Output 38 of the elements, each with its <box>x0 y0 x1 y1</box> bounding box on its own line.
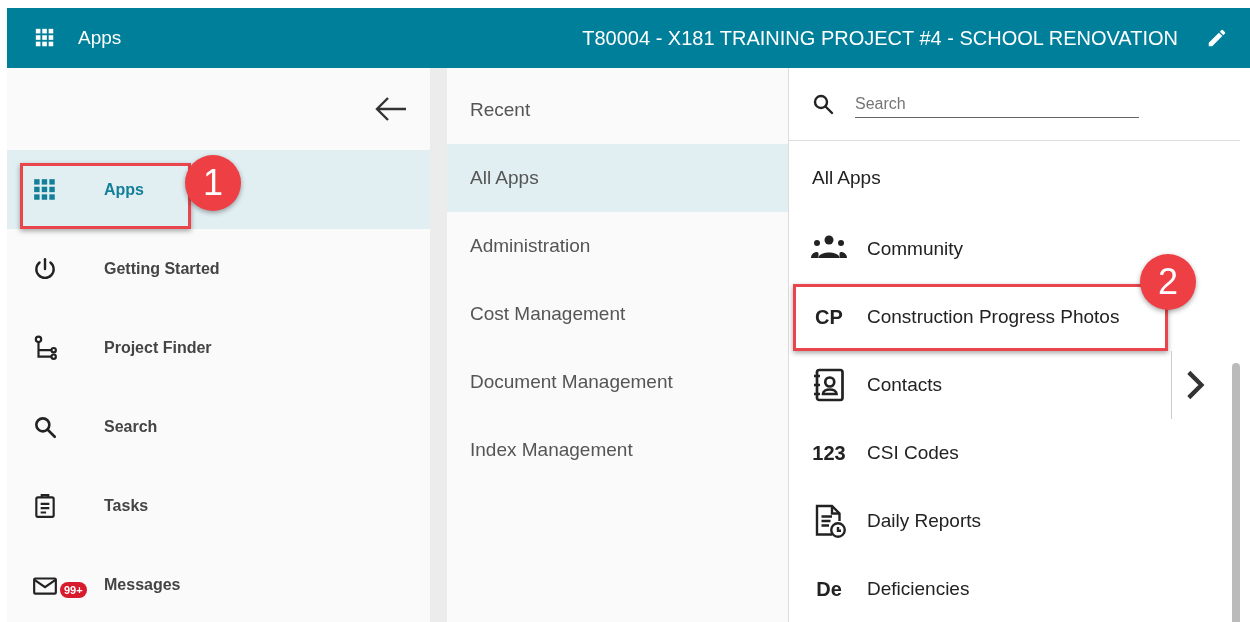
nav-item[interactable]: Project Finder <box>7 308 430 387</box>
back-arrow-icon[interactable] <box>374 95 408 123</box>
app-link[interactable]: Daily Reports <box>867 510 982 532</box>
app-abbreviation: De <box>816 577 842 601</box>
nav-item[interactable]: Apps 1 <box>7 150 430 229</box>
branch-icon <box>32 334 58 361</box>
project-title: T80004 - X181 TRAINING PROJECT #4 - SCHOOL RENOVATION <box>582 26 1178 50</box>
unread-badge: 99+ <box>60 581 87 598</box>
nav-item[interactable]: Getting Started <box>7 229 430 308</box>
category-item[interactable]: Administration <box>447 212 788 280</box>
app-link[interactable]: Deficiencies <box>867 578 970 600</box>
category-item[interactable]: Document Management <box>447 348 788 416</box>
clipboard-icon <box>32 492 58 519</box>
app-link[interactable]: Contacts <box>867 374 942 396</box>
pencil-icon[interactable] <box>1206 27 1228 49</box>
app-link[interactable]: CSI Codes <box>867 442 959 464</box>
category-item[interactable]: All Apps <box>447 144 788 212</box>
search-icon <box>811 92 835 116</box>
menu-label[interactable]: Apps <box>78 27 122 49</box>
nav-item[interactable]: Tasks <box>7 466 430 545</box>
category-item[interactable]: Recent <box>447 76 788 144</box>
app-abbreviation: 123 <box>812 441 846 465</box>
nav-item[interactable]: 99+ Messages <box>7 545 430 622</box>
step-number: 2 <box>1140 254 1196 310</box>
power-icon <box>32 255 58 282</box>
app-link[interactable]: Construction Progress Photos <box>867 306 1120 328</box>
nav-item[interactable]: Search <box>7 387 430 466</box>
category-item[interactable]: Cost Management <box>447 280 788 348</box>
search-field[interactable]: Search <box>855 90 1139 118</box>
apps-grid-icon <box>32 176 58 203</box>
scrollbar[interactable] <box>1232 363 1240 622</box>
step-number: 1 <box>185 155 241 211</box>
app-link[interactable]: Community <box>867 238 964 260</box>
section-heading: All Apps <box>812 167 881 189</box>
apps-grid-icon[interactable] <box>34 27 56 49</box>
address-book-icon <box>811 367 847 403</box>
app-abbreviation: CP <box>815 305 843 329</box>
category-item[interactable]: Index Management <box>447 416 788 484</box>
